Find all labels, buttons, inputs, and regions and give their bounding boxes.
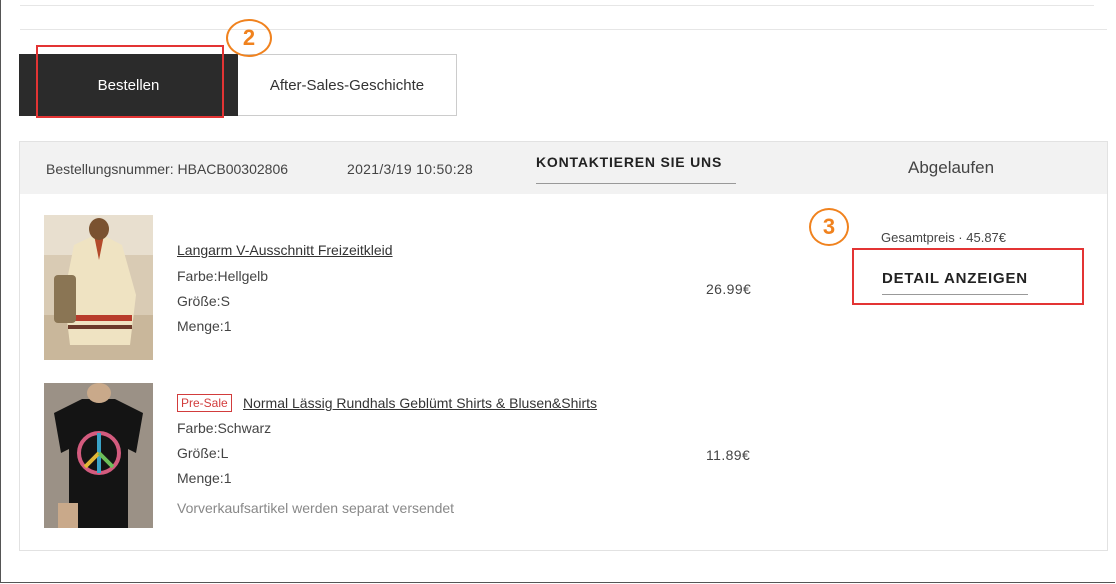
product-link[interactable]: Normal Lässig Rundhals Geblümt Shirts & …	[243, 395, 597, 411]
annotation-box-detail	[852, 248, 1084, 305]
tab-after-sales[interactable]: After-Sales-Geschichte	[238, 54, 457, 116]
tab-label: After-Sales-Geschichte	[269, 76, 425, 94]
pre-sale-badge: Pre-Sale	[177, 394, 232, 412]
order-status: Abgelaufen	[908, 158, 995, 177]
annotation-box-orders-tab	[36, 45, 224, 118]
product-quantity: Menge:1	[177, 318, 232, 334]
order-header: Bestellungsnummer: HBACB00302806 2021/3/…	[20, 142, 1107, 194]
product-image-tshirt[interactable]	[44, 383, 153, 528]
product-quantity: Menge:1	[177, 470, 232, 486]
annotation-step-3: 3	[809, 208, 849, 246]
divider	[20, 5, 1094, 6]
order-number: Bestellungsnummer: HBACB00302806	[46, 161, 289, 177]
divider	[20, 29, 1107, 30]
product-size: Größe:S	[177, 293, 230, 309]
total-price: Gesamtpreis · 45.87€	[881, 230, 1007, 245]
annotation-step-2: 2	[226, 19, 272, 57]
order-card: Bestellungsnummer: HBACB00302806 2021/3/…	[19, 141, 1108, 551]
product-image-dress[interactable]	[44, 215, 153, 360]
product-color: Farbe:Hellgelb	[177, 268, 269, 284]
product-link[interactable]: Langarm V-Ausschnitt Freizeitkleid	[177, 242, 393, 258]
presale-note: Vorverkaufsartikel werden separat versen…	[177, 500, 455, 516]
contact-us-link[interactable]: KONTAKTIEREN SIE UNS	[536, 154, 736, 184]
product-price: 11.89€	[706, 447, 751, 463]
product-size: Größe:L	[177, 445, 229, 461]
product-color: Farbe:Schwarz	[177, 420, 272, 436]
order-date: 2021/3/19 10:50:28	[347, 161, 474, 177]
product-price: 26.99€	[706, 281, 752, 297]
